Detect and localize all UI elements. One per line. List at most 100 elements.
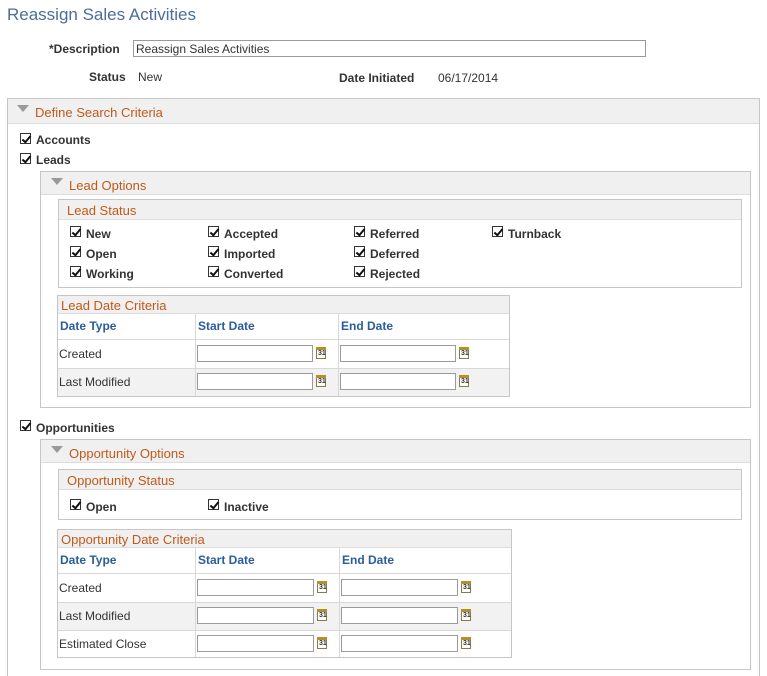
- lead-date-criteria-header: Lead Date Criteria: [58, 296, 509, 314]
- lead-created-end-date-input[interactable]: [340, 345, 456, 362]
- lead-status-deferred-label: Deferred: [370, 247, 420, 261]
- lead-status-open-label: Open: [86, 247, 117, 261]
- opportunity-options-title: Opportunity Options: [69, 446, 185, 461]
- calendar-icon-text: 31: [318, 378, 326, 385]
- opportunity-created-end-date-input[interactable]: [341, 579, 458, 596]
- calendar-icon-text: 31: [319, 612, 327, 619]
- lead-options-header[interactable]: Lead Options: [41, 172, 750, 195]
- lead-status-working-checkbox[interactable]: [70, 266, 81, 277]
- lead-status-accepted-checkbox[interactable]: [208, 226, 219, 237]
- calendar-icon-text: 31: [319, 640, 327, 647]
- calendar-icon[interactable]: 31: [316, 375, 326, 387]
- lead-status-header: Lead Status: [59, 200, 741, 220]
- collapse-triangle-icon[interactable]: [51, 446, 63, 453]
- opportunity-status-open-label: Open: [86, 500, 117, 514]
- lead-status-rejected-checkbox[interactable]: [354, 266, 365, 277]
- search-criteria-header[interactable]: Define Search Criteria: [8, 99, 759, 124]
- opportunity-last-modified-start-date-input[interactable]: [197, 607, 314, 624]
- opportunities-checkbox[interactable]: [20, 420, 31, 431]
- opportunity-status-title: Opportunity Status: [67, 473, 175, 488]
- column-header-date-type: Date Type: [60, 553, 117, 567]
- leads-label: Leads: [36, 153, 71, 167]
- calendar-icon-text: 31: [318, 350, 326, 357]
- grid-divider: [58, 602, 511, 603]
- column-header-start-date: Start Date: [198, 319, 255, 333]
- calendar-icon[interactable]: 31: [317, 581, 327, 593]
- page-title: Reassign Sales Activities: [7, 5, 196, 24]
- opportunity-date-criteria-title: Opportunity Date Criteria: [61, 532, 205, 547]
- column-header-end-date: End Date: [341, 319, 394, 333]
- lead-created-start-date-input[interactable]: [197, 345, 313, 362]
- opportunity-date-criteria-header: Opportunity Date Criteria: [58, 530, 511, 548]
- grid-divider: [58, 368, 509, 369]
- lead-status-title: Lead Status: [67, 203, 137, 218]
- opportunity-status-inactive-checkbox[interactable]: [208, 499, 219, 510]
- description-label: *Description: [49, 42, 120, 56]
- lead-status-working-label: Working: [86, 267, 134, 281]
- lead-status-new-checkbox[interactable]: [70, 226, 81, 237]
- calendar-icon[interactable]: 31: [459, 347, 469, 359]
- calendar-icon-text: 31: [461, 378, 469, 385]
- date-initiated-value: 06/17/2014: [438, 71, 499, 85]
- grid-divider: [339, 548, 340, 657]
- lead-status-turnback-label: Turnback: [508, 227, 562, 241]
- column-header-end-date: End Date: [342, 553, 395, 567]
- opportunity-estimated-close-start-date-input[interactable]: [197, 635, 314, 652]
- leads-checkbox[interactable]: [20, 153, 31, 164]
- collapse-triangle-icon[interactable]: [51, 178, 63, 185]
- lead-status-accepted-label: Accepted: [224, 227, 279, 241]
- collapse-triangle-icon[interactable]: [17, 105, 29, 112]
- calendar-icon-text: 31: [463, 640, 471, 647]
- column-header-date-type: Date Type: [60, 319, 117, 333]
- lead-status-referred-label: Referred: [370, 227, 420, 241]
- calendar-icon-text: 31: [461, 350, 469, 357]
- lead-status-converted-label: Converted: [224, 267, 284, 281]
- lead-status-referred-checkbox[interactable]: [354, 226, 365, 237]
- status-value: New: [138, 70, 163, 84]
- opportunity-status-open-checkbox[interactable]: [70, 499, 81, 510]
- lead-status-new-label: New: [86, 227, 111, 241]
- lead-date-criteria-title: Lead Date Criteria: [61, 298, 167, 313]
- opportunity-created-start-date-input[interactable]: [197, 579, 314, 596]
- column-header-start-date: Start Date: [198, 553, 255, 567]
- calendar-icon-text: 31: [319, 584, 327, 591]
- status-label: Status: [89, 70, 126, 84]
- calendar-icon[interactable]: 31: [317, 609, 327, 621]
- opportunity-row-last-modified-label: Last Modified: [59, 609, 131, 623]
- calendar-icon[interactable]: 31: [461, 637, 471, 649]
- lead-status-converted-checkbox[interactable]: [208, 266, 219, 277]
- grid-divider: [58, 339, 509, 340]
- lead-status-open-checkbox[interactable]: [70, 246, 81, 257]
- opportunity-row-created-label: Created: [59, 581, 102, 595]
- calendar-icon-text: 31: [463, 612, 471, 619]
- grid-divider: [338, 314, 339, 396]
- calendar-icon[interactable]: 31: [461, 581, 471, 593]
- accounts-label: Accounts: [36, 133, 91, 147]
- lead-status-turnback-checkbox[interactable]: [492, 226, 503, 237]
- lead-row-created-label: Created: [59, 347, 102, 361]
- lead-status-imported-checkbox[interactable]: [208, 246, 219, 257]
- lead-last-modified-start-date-input[interactable]: [197, 373, 313, 390]
- grid-divider: [195, 548, 196, 657]
- accounts-checkbox[interactable]: [20, 133, 31, 144]
- opportunity-row-estimated-close-label: Estimated Close: [59, 637, 147, 651]
- lead-last-modified-end-date-input[interactable]: [340, 373, 456, 390]
- calendar-icon[interactable]: 31: [316, 347, 326, 359]
- grid-divider: [195, 314, 196, 396]
- search-criteria-title: Define Search Criteria: [35, 105, 163, 120]
- calendar-icon[interactable]: 31: [459, 375, 469, 387]
- calendar-icon[interactable]: 31: [461, 609, 471, 621]
- opportunity-status-inactive-label: Inactive: [224, 500, 269, 514]
- opportunity-estimated-close-end-date-input[interactable]: [341, 635, 458, 652]
- opportunity-status-box: Opportunity Status: [58, 469, 742, 520]
- opportunity-options-header[interactable]: Opportunity Options: [41, 440, 750, 463]
- description-field[interactable]: [133, 40, 646, 57]
- opportunity-status-header: Opportunity Status: [59, 470, 741, 490]
- lead-options-title: Lead Options: [69, 178, 147, 193]
- calendar-icon-text: 31: [463, 584, 471, 591]
- calendar-icon[interactable]: 31: [317, 637, 327, 649]
- lead-status-deferred-checkbox[interactable]: [354, 246, 365, 257]
- lead-status-imported-label: Imported: [224, 247, 276, 261]
- lead-row-last-modified-label: Last Modified: [59, 375, 131, 389]
- opportunity-last-modified-end-date-input[interactable]: [341, 607, 458, 624]
